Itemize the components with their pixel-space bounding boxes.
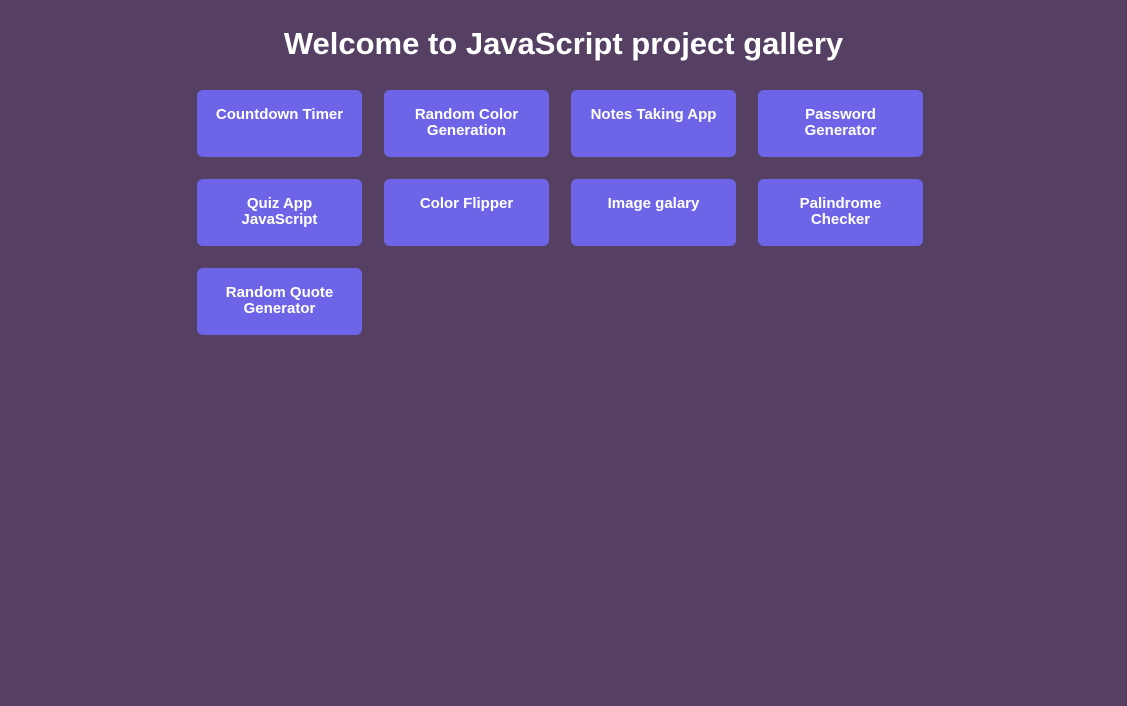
project-card-label: Quiz App JavaScript xyxy=(241,195,318,228)
project-card-label: Password Generator xyxy=(804,106,877,139)
project-grid: Countdown Timer Random Color Generation … xyxy=(197,90,923,335)
project-card-label: Image galary xyxy=(607,195,700,212)
project-card-palindrome-checker[interactable]: Palindrome Checker xyxy=(758,179,923,246)
project-card-label: Random Color Generation xyxy=(414,106,519,139)
project-card-quiz-app[interactable]: Quiz App JavaScript xyxy=(197,179,362,246)
project-card-countdown-timer[interactable]: Countdown Timer xyxy=(197,90,362,157)
project-card-label: Notes Taking App xyxy=(590,106,717,123)
project-card-label: Color Flipper xyxy=(419,195,514,212)
project-card-password-generator[interactable]: Password Generator xyxy=(758,90,923,157)
project-card-image-galary[interactable]: Image galary xyxy=(571,179,736,246)
project-card-label: Countdown Timer xyxy=(215,106,344,123)
project-card-label: Random Quote Generator xyxy=(225,284,334,317)
project-card-random-quote-generator[interactable]: Random Quote Generator xyxy=(197,268,362,335)
page-title: Welcome to JavaScript project gallery xyxy=(283,26,844,61)
project-card-color-flipper[interactable]: Color Flipper xyxy=(384,179,549,246)
project-card-random-color-generation[interactable]: Random Color Generation xyxy=(384,90,549,157)
project-card-notes-taking-app[interactable]: Notes Taking App xyxy=(571,90,736,157)
project-card-label: Palindrome Checker xyxy=(799,195,882,228)
